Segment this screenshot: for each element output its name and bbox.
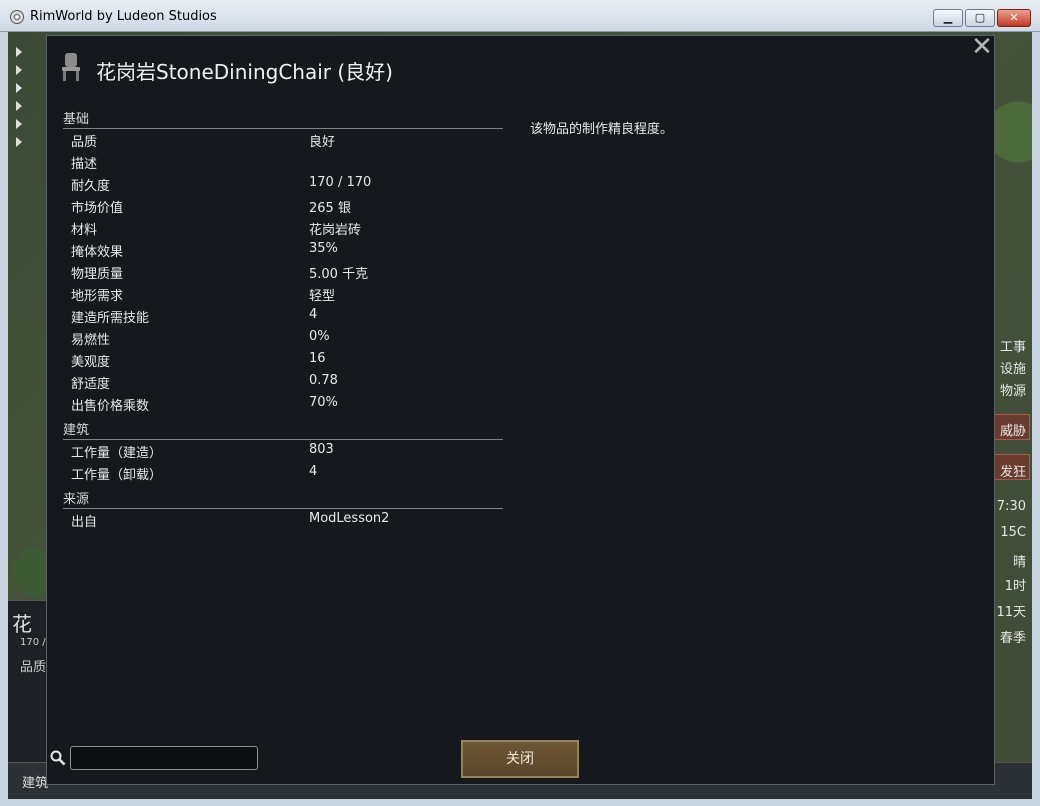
expand-arrow-icon[interactable]: [16, 137, 22, 147]
dialog-close-icon[interactable]: ✕: [970, 34, 994, 60]
hud-season: 春季: [999, 631, 1026, 646]
stat-value: 16: [309, 351, 326, 366]
stat-value: 0%: [309, 329, 330, 344]
stat-row[interactable]: 美观度 16: [63, 348, 503, 370]
stat-label: 材料: [71, 223, 98, 238]
stat-value: 70%: [309, 395, 338, 410]
expand-arrow-icon[interactable]: [16, 101, 22, 111]
expand-arrow-icon[interactable]: [16, 83, 22, 93]
close-button[interactable]: 关闭: [461, 740, 579, 778]
stat-row[interactable]: 描述: [63, 150, 503, 172]
hud-label: 威胁: [999, 424, 1026, 439]
expand-arrow-icon[interactable]: [16, 47, 22, 57]
stat-row[interactable]: 出自 ModLesson2: [63, 508, 503, 530]
category-header-source: 来源: [63, 488, 503, 509]
stat-label: 易燃性: [71, 333, 111, 348]
stat-value: 轻型: [309, 289, 336, 304]
window-frame-right: [1032, 32, 1040, 806]
stat-label: 物理质量: [71, 267, 124, 282]
search-icon: [50, 750, 66, 766]
stat-value: 花岗岩砖: [309, 223, 362, 238]
dialog-title: 花岗岩StoneDiningChair (良好): [96, 60, 393, 84]
stat-row[interactable]: 出售价格乘数 70%: [63, 392, 503, 414]
stat-value: 4: [309, 307, 318, 322]
stat-value: 170 / 170: [309, 175, 372, 190]
hud-temperature: 15C: [1000, 525, 1026, 540]
stat-value: 4: [309, 464, 318, 479]
colonist-bar-arrows: [14, 40, 44, 155]
stat-row[interactable]: 市场价值 265 银: [63, 194, 503, 216]
inspect-name: 花: [12, 612, 32, 636]
category-header-building: 建筑: [63, 419, 503, 440]
stat-row[interactable]: 易燃性 0%: [63, 326, 503, 348]
stat-row[interactable]: 地形需求 轻型: [63, 282, 503, 304]
window-close-button[interactable]: ✕: [997, 9, 1031, 27]
category-header-basics: 基础: [63, 108, 503, 129]
stat-description: 该物品的制作精良程度。: [530, 122, 674, 137]
stat-label: 市场价值: [71, 201, 124, 216]
stat-label: 舒适度: [71, 377, 111, 392]
app-icon: [10, 10, 24, 24]
stat-value: 803: [309, 442, 334, 457]
stat-label: 掩体效果: [71, 245, 124, 260]
stat-row[interactable]: 耐久度 170 / 170: [63, 172, 503, 194]
hud-day: 11天: [996, 605, 1026, 620]
window-titlebar: RimWorld by Ludeon Studios ▁ ▢ ✕: [0, 0, 1040, 32]
window-title: RimWorld by Ludeon Studios: [30, 9, 217, 24]
chair-icon: [62, 53, 80, 81]
window-frame-bottom: [0, 798, 1040, 806]
stat-label: 工作量（建造）: [71, 446, 163, 461]
stat-label: 出自: [71, 515, 98, 530]
maximize-button[interactable]: ▢: [965, 9, 995, 27]
stat-label: 耐久度: [71, 179, 111, 194]
expand-arrow-icon[interactable]: [16, 65, 22, 75]
hud-label: 物源: [999, 384, 1026, 399]
stat-row[interactable]: 工作量（建造） 803: [63, 439, 503, 461]
stat-value: 265 银: [309, 201, 351, 216]
stat-label: 品质: [71, 135, 98, 150]
tab-architect[interactable]: 建筑: [22, 772, 48, 791]
hud-hour: 1时: [1004, 579, 1026, 594]
inspect-quality: 品质: [20, 660, 47, 675]
stat-row[interactable]: 建造所需技能 4: [63, 304, 503, 326]
inspect-hp: 170 /: [20, 637, 46, 648]
search-input[interactable]: [70, 746, 258, 770]
stat-row[interactable]: 品质 良好: [63, 128, 503, 150]
stat-label: 出售价格乘数: [71, 399, 150, 414]
window-frame-left: [0, 32, 8, 806]
stat-label: 描述: [71, 157, 98, 172]
stat-row[interactable]: 掩体效果 35%: [63, 238, 503, 260]
hud-label: 设施: [999, 362, 1026, 377]
stat-label: 工作量（卸载）: [71, 468, 163, 483]
expand-arrow-icon[interactable]: [16, 119, 22, 129]
stat-value: ModLesson2: [309, 511, 390, 526]
stat-value: 5.00 千克: [309, 267, 369, 282]
stat-row[interactable]: 材料 花岗岩砖: [63, 216, 503, 238]
stat-label: 美观度: [71, 355, 111, 370]
minimize-button[interactable]: ▁: [933, 9, 963, 27]
stat-label: 地形需求: [71, 289, 124, 304]
stat-row[interactable]: 工作量（卸载） 4: [63, 461, 503, 483]
stat-row[interactable]: 舒适度 0.78: [63, 370, 503, 392]
hud-label: 发狂: [999, 465, 1026, 480]
stat-value: 0.78: [309, 373, 338, 388]
hud-weather: 晴: [1012, 555, 1026, 570]
hud-time: 7:30: [996, 499, 1026, 514]
stat-row[interactable]: 物理质量 5.00 千克: [63, 260, 503, 282]
stat-label: 建造所需技能: [71, 311, 150, 326]
stat-value: 35%: [309, 241, 338, 256]
stat-value: 良好: [309, 135, 336, 150]
hud-label: 工事: [999, 340, 1026, 355]
